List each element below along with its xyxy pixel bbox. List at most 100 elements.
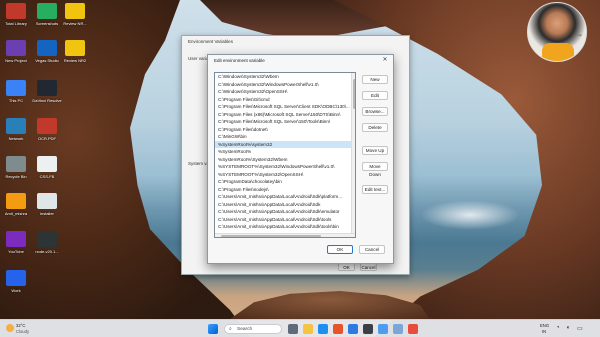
environment-app-icon[interactable] [393, 324, 403, 334]
path-entry-row[interactable]: C:\Windows\System32\WindowsPowerShell\v1… [215, 81, 355, 89]
path-entry-row[interactable]: C:\Program Files (x86)\Microsoft SQL Ser… [215, 111, 355, 119]
desktop-icon[interactable]: This PC [1, 80, 31, 103]
desktop-icon-image [37, 231, 57, 247]
language-indicator[interactable]: ENG [540, 323, 549, 328]
path-entry-row[interactable]: %SYSTEMROOT%\System32\WindowsPowerShell\… [215, 163, 355, 171]
vscode-icon[interactable] [348, 324, 358, 334]
brave-icon[interactable] [333, 324, 343, 334]
path-entry-row[interactable]: C:\Users\Amit_mishra\AppData\Local\Andro… [215, 201, 355, 209]
sea-foam [420, 200, 520, 230]
taskbar-search-box[interactable]: ⌕ Search [224, 324, 282, 334]
desktop-icon[interactable]: Work [1, 270, 31, 293]
desktop-icon[interactable]: Recycle Bin [1, 156, 31, 179]
desktop-icon[interactable]: installer [32, 193, 62, 216]
desktop-icon-label: Total Library [5, 21, 27, 26]
path-entry-row[interactable]: C:\ProgramData\chocolatey\bin [215, 178, 355, 186]
desktop-icon[interactable]: Vegas Studio [32, 40, 62, 63]
browse-button[interactable]: Browse... [362, 107, 388, 116]
desktop-icon-label: Amit_mishra [4, 211, 28, 216]
ok-button[interactable]: OK [327, 245, 353, 254]
battery-icon[interactable]: ▭ [577, 325, 583, 332]
path-entry-row[interactable]: C:\Users\Amit_mishra\AppData\Local\Andro… [215, 208, 355, 216]
desktop-icon-image [6, 40, 26, 56]
desktop-icon-label: Review NR2 [63, 58, 87, 63]
cancel-button[interactable]: Cancel [359, 245, 385, 254]
desktop-icon-label: Review NR... [63, 21, 87, 26]
desktop-icon[interactable]: Review NR... [60, 3, 90, 26]
move-up-button[interactable]: Move Up [362, 146, 388, 155]
desktop-icon-image [37, 40, 57, 56]
path-entry-row[interactable]: C:\Users\Amit_mishra\AppData\Local\Andro… [215, 223, 355, 231]
wifi-icon[interactable]: ◔ [556, 325, 560, 331]
desktop-icon-label: New Project [5, 58, 27, 63]
desktop-icon-image [6, 3, 26, 19]
desktop-icon[interactable]: YouTube [1, 231, 31, 254]
cave-rock-bottom [230, 291, 430, 319]
region-indicator[interactable]: IN [542, 329, 546, 334]
desktop-icon-image [37, 80, 57, 96]
desktop-icon[interactable]: node-v20.1... [32, 231, 62, 254]
desktop-icon[interactable]: OCR.PDF [32, 118, 62, 141]
settings-icon[interactable] [378, 324, 388, 334]
desktop-icon[interactable]: Review NR2 [60, 40, 90, 63]
terminal-icon[interactable] [363, 324, 373, 334]
path-entry-row[interactable]: C:\Program Files\Microsoft SQL Server\Cl… [215, 103, 355, 111]
path-entry-row[interactable]: %SystemRoot%\System32\Wbem [215, 156, 355, 164]
path-entries-list[interactable]: C:\Windows\System32\Wbem C:\Windows\Syste… [214, 72, 356, 238]
task-view-icon[interactable] [288, 324, 298, 334]
path-entry-row[interactable]: C:\Users\Amit_mishra\AppData\Local\Andro… [215, 216, 355, 224]
desktop-icon[interactable]: Total Library [1, 3, 31, 26]
desktop-icon-image [65, 3, 85, 19]
path-entry-row[interactable]: C:\Program Files\Microsoft SQL Server\15… [215, 118, 355, 126]
desktop-icon[interactable]: DaVinci Resolve [32, 80, 62, 103]
desktop-icon-label: DaVinci Resolve [32, 98, 62, 103]
weather-icon [6, 324, 14, 332]
desktop-icon-label: Network [8, 136, 24, 141]
dialog-title: Edit environment variable [208, 55, 393, 66]
start-icon[interactable] [208, 324, 218, 334]
desktop-icon-label: This PC [8, 98, 24, 103]
path-entry-row[interactable]: C:\Program Files\Git\cmd [215, 96, 355, 104]
webcam-person-shirt [542, 43, 574, 61]
new-button[interactable]: New [362, 75, 388, 84]
desktop-icon-label: YouTube [8, 249, 24, 254]
path-entry-row[interactable]: %SYSTEMROOT%\System32\OpenSSH\ [215, 171, 355, 179]
desktop-icon-label: installer [40, 211, 54, 216]
edit-environment-variable-dialog[interactable]: Edit environment variable ✕ C:\Windows\S… [207, 54, 394, 264]
path-entry-row[interactable]: C:\MinGW\bin [215, 133, 355, 141]
desktop-icon[interactable]: Network [1, 118, 31, 141]
path-entry-row[interactable]: C:\Program Files\nodejs\ [215, 186, 355, 194]
env-cancel-button[interactable]: Cancel [360, 263, 377, 271]
taskbar: 32°C Cloudy ⌕ Search ENG IN ◔ ◖ ▭ [0, 319, 600, 337]
desktop-icon-image [37, 193, 57, 209]
desktop-icon-label: Recycle Bin [5, 174, 27, 179]
close-icon[interactable]: ✕ [380, 56, 390, 64]
desktop-icon-image [6, 118, 26, 134]
path-entry-row[interactable]: %SystemRoot% [215, 148, 355, 156]
edge-icon[interactable] [318, 324, 328, 334]
move-down-button[interactable]: Move Down [362, 162, 388, 177]
app-icon[interactable] [408, 324, 418, 334]
list-vertical-scrollbar[interactable] [351, 73, 355, 237]
desktop-icon[interactable]: Screenshots [32, 3, 62, 26]
path-entry-row[interactable]: C:\Windows\System32\OpenSSH\ [215, 88, 355, 96]
path-entry-row[interactable]: C:\Program Files\dotnet\ [215, 126, 355, 134]
env-window-title: Environment Variables [182, 36, 409, 47]
path-entry-row[interactable]: C:\Users\Amit_mishra\AppData\Local\Andro… [215, 193, 355, 201]
desktop-icon[interactable]: New Project [1, 40, 31, 63]
edit-button[interactable]: Edit [362, 91, 388, 100]
desktop-icon-image [37, 156, 57, 172]
desktop-icon[interactable]: Amit_mishra [1, 193, 31, 216]
path-entry-row[interactable]: C:\Windows\System32\Wbem [215, 73, 355, 81]
env-ok-button[interactable]: OK [338, 263, 355, 271]
file-explorer-icon[interactable] [303, 324, 313, 334]
list-horizontal-scrollbar[interactable] [215, 233, 355, 237]
volume-icon[interactable]: ◖ [566, 325, 570, 331]
desktop-icon-image [6, 270, 26, 286]
path-entry-row[interactable]: %SystemRoot%\system32 [215, 140, 355, 148]
edit-text-button[interactable]: Edit text... [362, 185, 388, 194]
delete-button[interactable]: Delete [362, 123, 388, 132]
desktop-icon-image [6, 193, 26, 209]
desktop-icon[interactable]: CSS-FB [32, 156, 62, 179]
desktop-icon-label: node-v20.1... [35, 249, 59, 254]
